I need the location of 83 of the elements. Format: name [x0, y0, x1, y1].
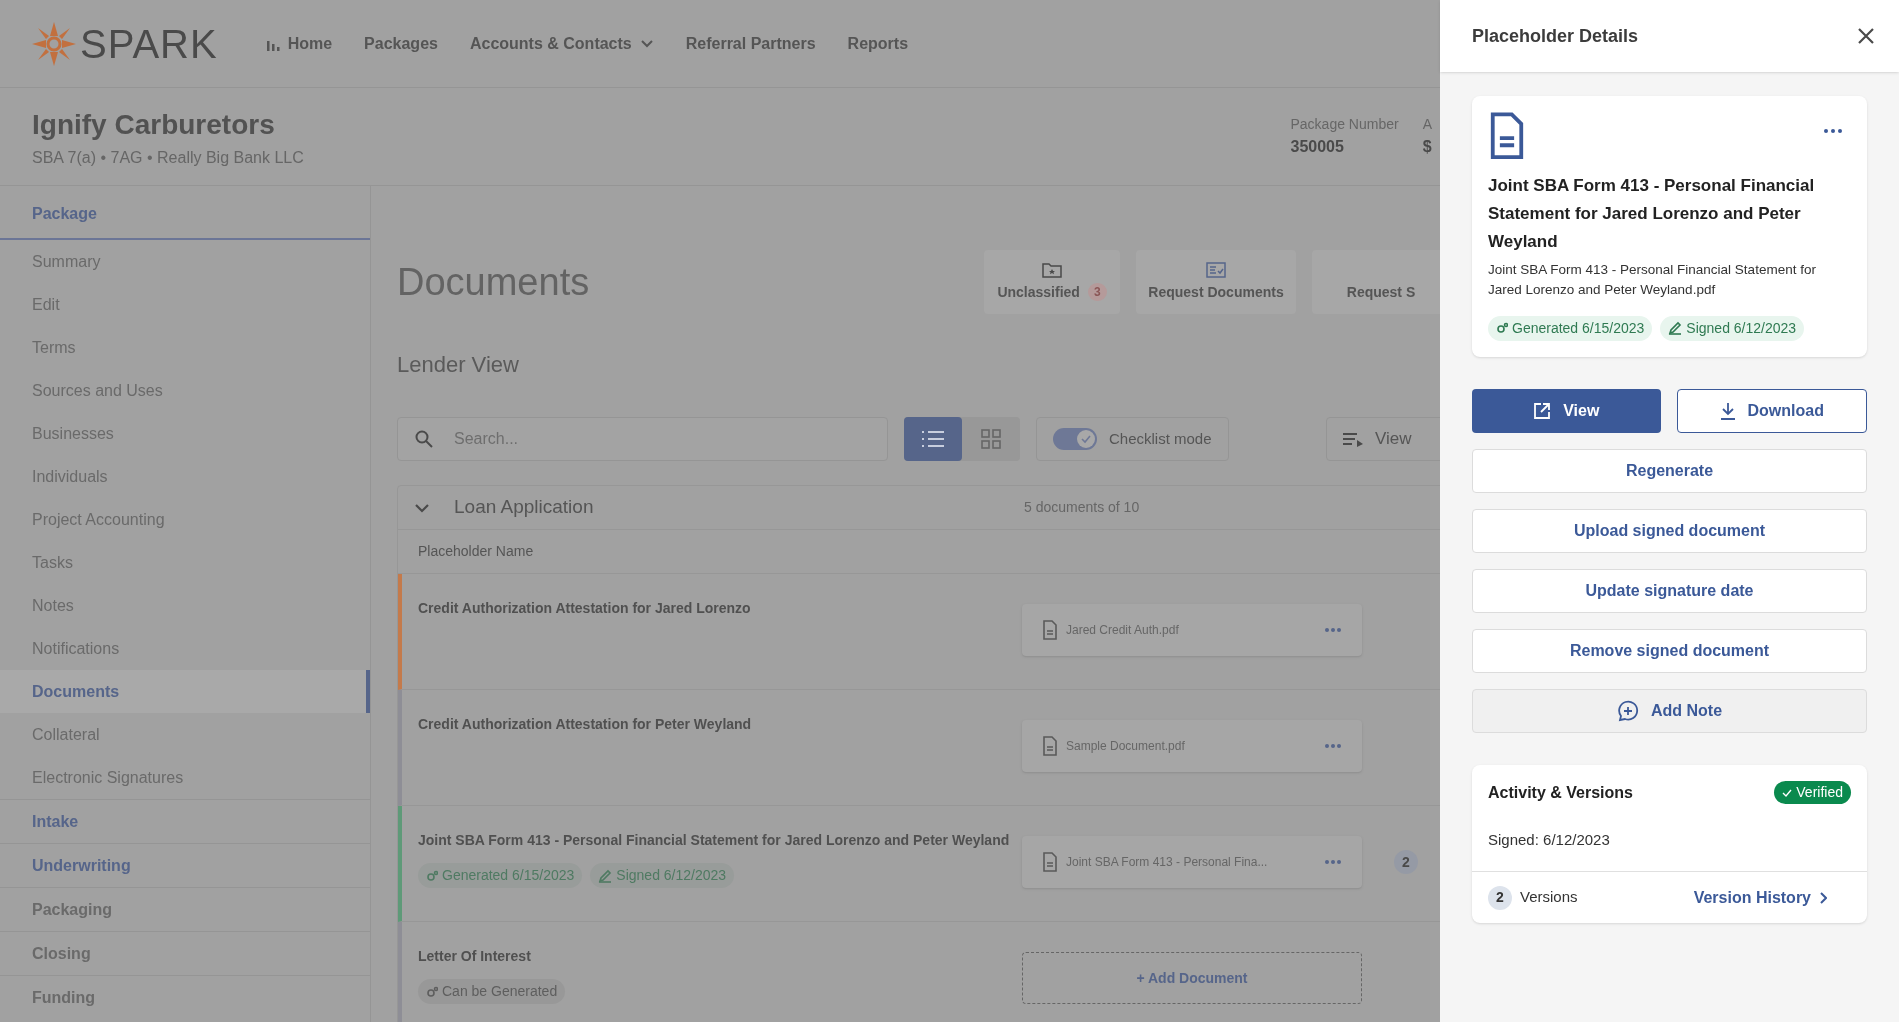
document-icon [1042, 852, 1058, 872]
file-name: Jared Credit Auth.pdf [1066, 622, 1180, 639]
search-icon [415, 430, 433, 448]
nav-link[interactable]: Packages [348, 31, 454, 56]
stat-value: $ [1422, 137, 1432, 157]
nav-link[interactable]: Referral Partners [669, 31, 832, 56]
version-count: 2 [1488, 885, 1512, 910]
list-view-toggle[interactable] [904, 417, 962, 461]
nav-link[interactable]: Accounts & Contacts [453, 31, 670, 56]
activity-title: Activity & Versions [1488, 782, 1633, 803]
count-badge: 3 [1087, 283, 1107, 301]
chevron-right-icon [1819, 891, 1827, 904]
chat-plus-icon [1616, 699, 1639, 722]
status-badge: Generated 6/15/2023 [418, 863, 583, 888]
section-heading: Lender View [397, 351, 520, 379]
placeholder-name: Credit Authorization Attestation for Jared Lorenzo [418, 599, 752, 618]
nav-link[interactable]: Reports [831, 31, 925, 56]
versions-label: Versions [1520, 887, 1579, 908]
sidebar-stage[interactable]: Underwriting [0, 843, 370, 887]
page-title: Documents [397, 259, 590, 305]
document-icon [1042, 736, 1058, 756]
folder-star-icon [1042, 261, 1062, 278]
status-badge: Generated 6/15/2023 [1488, 315, 1653, 341]
file-name: Joint SBA Form 413 - Personal Fina... [1066, 854, 1269, 871]
action-card[interactable]: Unclassified 3 [984, 250, 1120, 314]
placeholder-name: Letter Of Interest [418, 947, 532, 966]
file-chip[interactable]: Jared Credit Auth.pdf [1022, 604, 1362, 656]
action-button[interactable]: Update signature date [1472, 568, 1867, 613]
sort-icon [1343, 431, 1363, 447]
sidebar-stage[interactable]: Intake [0, 799, 370, 843]
placeholder-name: Credit Authorization Attestation for Peter Weyland [418, 715, 753, 734]
file-chip[interactable]: Sample Document.pdf [1022, 720, 1362, 772]
file-name: Sample Document.pdf [1066, 738, 1186, 755]
version-history-link[interactable]: Version History [1693, 885, 1827, 910]
grid-icon [981, 429, 1001, 449]
action-button[interactable]: Upload signed document [1472, 508, 1867, 553]
action-button[interactable]: Regenerate [1472, 448, 1867, 493]
check-icon [1782, 787, 1793, 798]
version-count: 2 [1394, 850, 1418, 874]
external-link-icon [1533, 401, 1552, 420]
download-icon [1719, 401, 1736, 420]
view-button[interactable]: View [1472, 388, 1661, 433]
sidebar-section-title[interactable]: Package [0, 186, 370, 240]
file-chip[interactable]: Joint SBA Form 413 - Personal Fina... [1022, 836, 1362, 888]
action-button[interactable]: Remove signed document [1472, 628, 1867, 673]
status-badge: Signed 6/12/2023 [590, 863, 735, 888]
status-badge: Can be Generated [418, 979, 566, 1004]
download-button[interactable]: Download [1676, 388, 1867, 433]
action-card[interactable]: Request Documents [1136, 250, 1296, 314]
stat-label: A [1422, 115, 1432, 134]
package-subtitle: SBA 7(a) • 7AG • Really Big Bank LLC [32, 147, 304, 168]
document-icon [1488, 112, 1526, 160]
verified-badge: Verified [1774, 781, 1851, 804]
document-row[interactable]: Joint SBA Form 413 - Personal Financial Statement for Jared Lorenzo and Peter Weyland Generated 6/15/2023 Signed 6/12/2023 Joint SBA Form 413 - Personal Fina... 2 [398, 806, 1440, 922]
toggle-label: Checklist mode [1109, 428, 1212, 449]
stat-value: 350005 [1290, 137, 1345, 157]
document-title: Joint SBA Form 413 - Personal Financial Statement for Jared Lorenzo and Peter Weyland [1488, 174, 1816, 253]
brand-name[interactable]: SPARK [80, 13, 218, 74]
document-icon [1042, 620, 1058, 640]
stat-label: Package Number [1290, 115, 1399, 134]
add-note-button[interactable]: Add Note [1472, 688, 1867, 733]
check-icon [1081, 434, 1091, 444]
star-logo-icon [32, 21, 76, 66]
drawer-title: Placeholder Details [1472, 24, 1639, 48]
company-title: Ignify Carburetors [32, 107, 276, 142]
checklist-icon [1206, 261, 1226, 278]
add-document-button[interactable]: + Add Document [1022, 952, 1362, 1004]
signed-date: Signed: 6/12/2023 [1488, 829, 1611, 850]
status-badge: Signed 6/12/2023 [1660, 315, 1805, 341]
document-count: 5 documents of 10 [1024, 498, 1140, 517]
toggle-switch[interactable] [1053, 428, 1097, 450]
close-icon[interactable] [1857, 27, 1875, 45]
pen-icon [598, 868, 613, 883]
placeholder-name: Joint SBA Form 413 - Personal Financial Statement for Jared Lorenzo and Peter Weyland [418, 831, 1011, 850]
sidebar-item[interactable]: Documents [0, 670, 370, 713]
file-name: Joint SBA Form 413 - Personal Financial Statement for Jared Lorenzo and Peter Weyland.pdf [1488, 260, 1817, 299]
group-title: Loan Application [454, 495, 595, 520]
pen-icon [1668, 321, 1683, 335]
chevron-down-icon[interactable] [414, 502, 430, 513]
action-card[interactable]: Request S [1312, 250, 1440, 314]
nav-link[interactable]: Home [249, 31, 349, 56]
list-icon [921, 430, 945, 448]
more-icon[interactable] [1823, 128, 1843, 134]
